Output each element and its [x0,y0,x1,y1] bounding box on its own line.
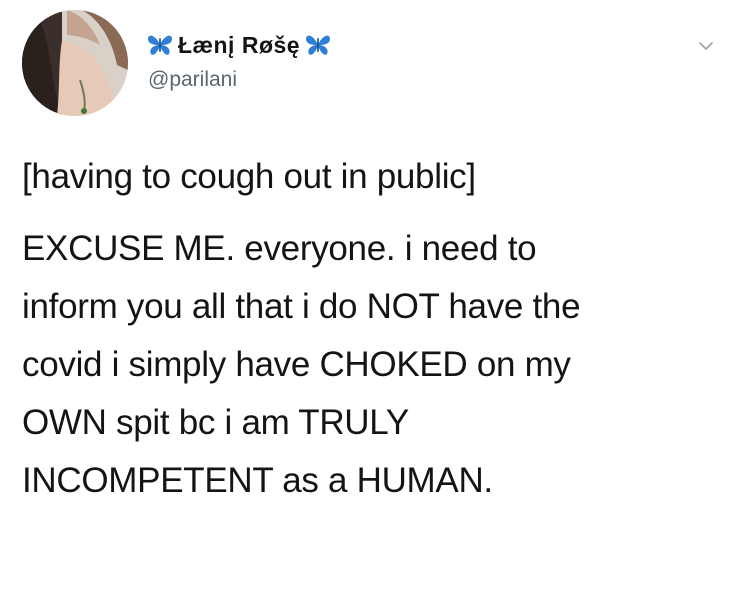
tweet-text-line: INCOMPETENT as a HUMAN. [22,461,493,500]
tweet-text-line: OWN spit bc i am TRULY [22,403,409,442]
butterfly-icon [146,33,174,57]
author-display-name[interactable]: Łænį Røšę [178,32,300,59]
butterfly-icon [304,33,332,57]
avatar[interactable] [22,10,128,116]
avatar-photo [22,10,128,116]
author-handle[interactable]: @parilani [148,68,237,92]
tweet-text-line: EXCUSE ME. everyone. i need to [22,229,537,268]
author-name-row[interactable]: Łænį Røšę [146,28,332,62]
tweet-text: [having to cough out in public] EXCUSE M… [22,148,726,510]
tweet-text-line: covid i simply have CHOKED on my [22,345,571,384]
tweet-text-line: inform you all that i do NOT have the [22,287,581,326]
chevron-down-icon[interactable] [698,40,714,52]
tweet-card: Łænį Røšę @parilani [having to cough out… [0,0,732,598]
tweet-text-line: [having to cough out in public] [22,157,476,196]
